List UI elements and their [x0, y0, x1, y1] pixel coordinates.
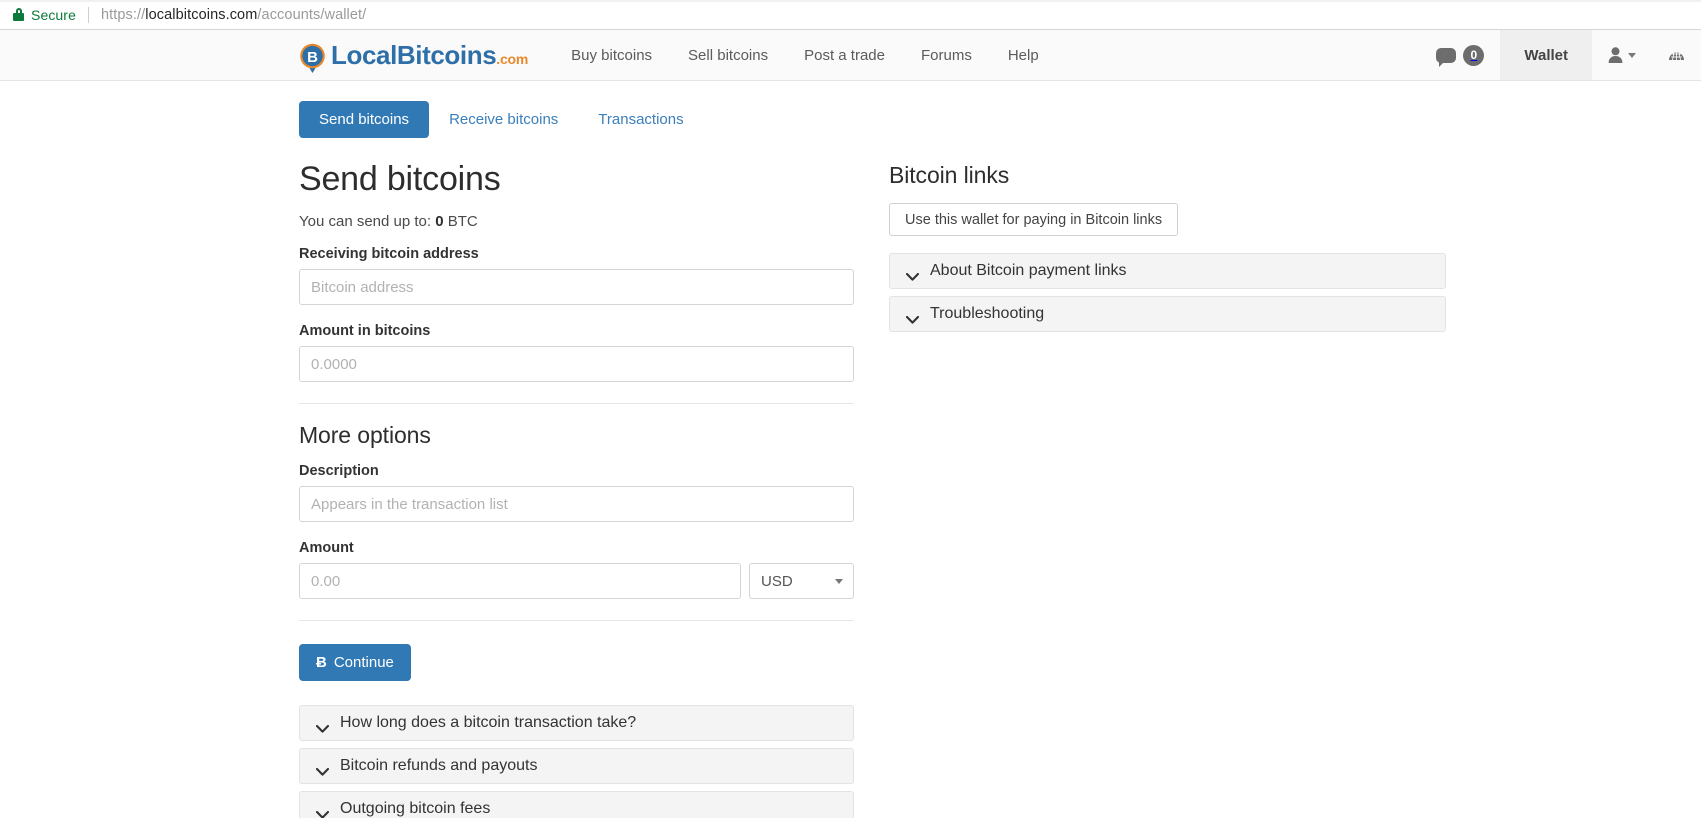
- sendable-balance-text: You can send up to: 0 BTC: [299, 213, 854, 230]
- header-right-group: 0 Wallet: [1420, 30, 1701, 80]
- url-host: localbitcoins.com: [145, 6, 258, 23]
- accordion-label: About Bitcoin payment links: [930, 262, 1127, 279]
- sendable-unit: BTC: [447, 213, 478, 231]
- svg-text:B: B: [307, 49, 318, 66]
- address-bar-url[interactable]: https://localbitcoins.com/accounts/walle…: [101, 7, 366, 23]
- page-title: Send bitcoins: [299, 160, 501, 198]
- address-bar-divider: [87, 6, 89, 23]
- fiat-amount-row: USD: [299, 563, 854, 600]
- messages-count-badge: 0: [1463, 44, 1485, 66]
- fiat-amount-group: Amount USD: [299, 540, 854, 600]
- person-icon: [1608, 47, 1623, 63]
- chevron-down-icon: [315, 806, 330, 818]
- localbitcoins-logo-icon: B: [299, 43, 326, 73]
- receiving-address-input[interactable]: [299, 269, 854, 306]
- tab-receive-bitcoins[interactable]: Receive bitcoins: [429, 101, 578, 138]
- receiving-address-label: Receiving bitcoin address: [299, 246, 479, 263]
- accordion-item-outgoing-fees[interactable]: Outgoing bitcoin fees: [299, 791, 854, 818]
- use-wallet-for-bitcoin-links-button[interactable]: Use this wallet for paying in Bitcoin li…: [889, 203, 1179, 236]
- fiat-amount-label: Amount: [299, 540, 354, 557]
- description-group: Description: [299, 463, 854, 523]
- bitcoin-links-title: Bitcoin links: [889, 162, 1010, 188]
- accordion-item-troubleshooting[interactable]: Troubleshooting: [889, 296, 1446, 332]
- brand-logo-link[interactable]: B LocalBitcoins.com: [299, 30, 528, 80]
- btc-amount-label: Amount in bitcoins: [299, 323, 431, 340]
- chevron-down-icon: [315, 720, 330, 733]
- btc-amount-group: Amount in bitcoins: [299, 323, 854, 383]
- chat-bubble-icon: [1436, 47, 1457, 67]
- currency-select-value: USD: [761, 572, 793, 590]
- messages-button[interactable]: 0: [1420, 30, 1500, 80]
- tab-send-bitcoins[interactable]: Send bitcoins: [299, 101, 430, 138]
- continue-button-label: Continue: [333, 654, 394, 672]
- security-status-label: Secure: [31, 6, 76, 23]
- sendable-amount: 0: [435, 213, 444, 231]
- main-navigation: Buy bitcoins Sell bitcoins Post a trade …: [553, 30, 1057, 80]
- faq-accordion: How long does a bitcoin transaction take…: [299, 705, 854, 818]
- nav-item-forums[interactable]: Forums: [903, 30, 990, 81]
- accordion-item-transaction-time[interactable]: How long does a bitcoin transaction take…: [299, 705, 854, 742]
- divider-continue: [299, 620, 854, 622]
- url-path: /accounts/wallet/: [257, 6, 367, 23]
- nav-item-post-a-trade[interactable]: Post a trade: [786, 30, 903, 81]
- browser-address-bar[interactable]: Secure https://localbitcoins.com/account…: [0, 0, 1701, 30]
- continue-button[interactable]: Ƀ Continue: [299, 644, 411, 682]
- divider-more-options: [299, 403, 854, 405]
- nav-item-buy-bitcoins[interactable]: Buy bitcoins: [553, 30, 670, 81]
- globe-icon: [1668, 47, 1685, 64]
- bitcoin-links-column: Bitcoin links Use this wallet for paying…: [889, 160, 1446, 332]
- nav-item-sell-bitcoins[interactable]: Sell bitcoins: [670, 30, 786, 81]
- content-columns: Send bitcoins You can send up to: 0 BTC …: [299, 160, 1701, 818]
- url-scheme: https://: [100, 6, 146, 23]
- accordion-label: Troubleshooting: [930, 305, 1045, 322]
- wallet-tabs: Send bitcoins Receive bitcoins Transacti…: [299, 101, 1701, 138]
- site-header: B LocalBitcoins.com Buy bitcoins Sell bi…: [0, 30, 1701, 81]
- description-label: Description: [299, 463, 379, 480]
- network-button[interactable]: [1652, 30, 1701, 80]
- nav-item-help[interactable]: Help: [990, 30, 1057, 81]
- fiat-amount-input[interactable]: [299, 563, 741, 600]
- chevron-down-icon: [905, 268, 920, 281]
- receiving-address-group: Receiving bitcoin address: [299, 246, 854, 306]
- accordion-label: Bitcoin refunds and payouts: [340, 757, 538, 775]
- account-menu-button[interactable]: [1592, 30, 1652, 80]
- nav-item-wallet[interactable]: Wallet: [1500, 30, 1592, 80]
- brand-suffix: .com: [496, 51, 529, 67]
- chevron-down-icon: [835, 578, 843, 584]
- chevron-down-icon: [1628, 52, 1636, 58]
- description-input[interactable]: [299, 486, 854, 523]
- accordion-item-refunds-payouts[interactable]: Bitcoin refunds and payouts: [299, 748, 854, 785]
- tab-transactions[interactable]: Transactions: [578, 101, 703, 138]
- currency-select[interactable]: USD: [749, 563, 854, 600]
- chevron-down-icon: [315, 763, 330, 776]
- bitcoin-links-accordion: About Bitcoin payment links Troubleshoot…: [889, 253, 1446, 332]
- btc-amount-input[interactable]: [299, 346, 854, 383]
- accordion-label: How long does a bitcoin transaction take…: [340, 714, 637, 732]
- lock-icon: [13, 8, 24, 21]
- more-options-title: More options: [299, 422, 431, 449]
- sendable-prefix: You can send up to:: [299, 213, 432, 231]
- page-content: Send bitcoins Receive bitcoins Transacti…: [0, 81, 1701, 818]
- chevron-down-icon: [905, 311, 920, 324]
- accordion-item-about-bitcoin-payment-links[interactable]: About Bitcoin payment links: [889, 253, 1446, 289]
- accordion-label: Outgoing bitcoin fees: [340, 800, 491, 818]
- send-bitcoins-column: Send bitcoins You can send up to: 0 BTC …: [299, 160, 854, 818]
- bitcoin-icon: Ƀ: [316, 654, 327, 672]
- brand-name: LocalBitcoins.com: [331, 40, 529, 70]
